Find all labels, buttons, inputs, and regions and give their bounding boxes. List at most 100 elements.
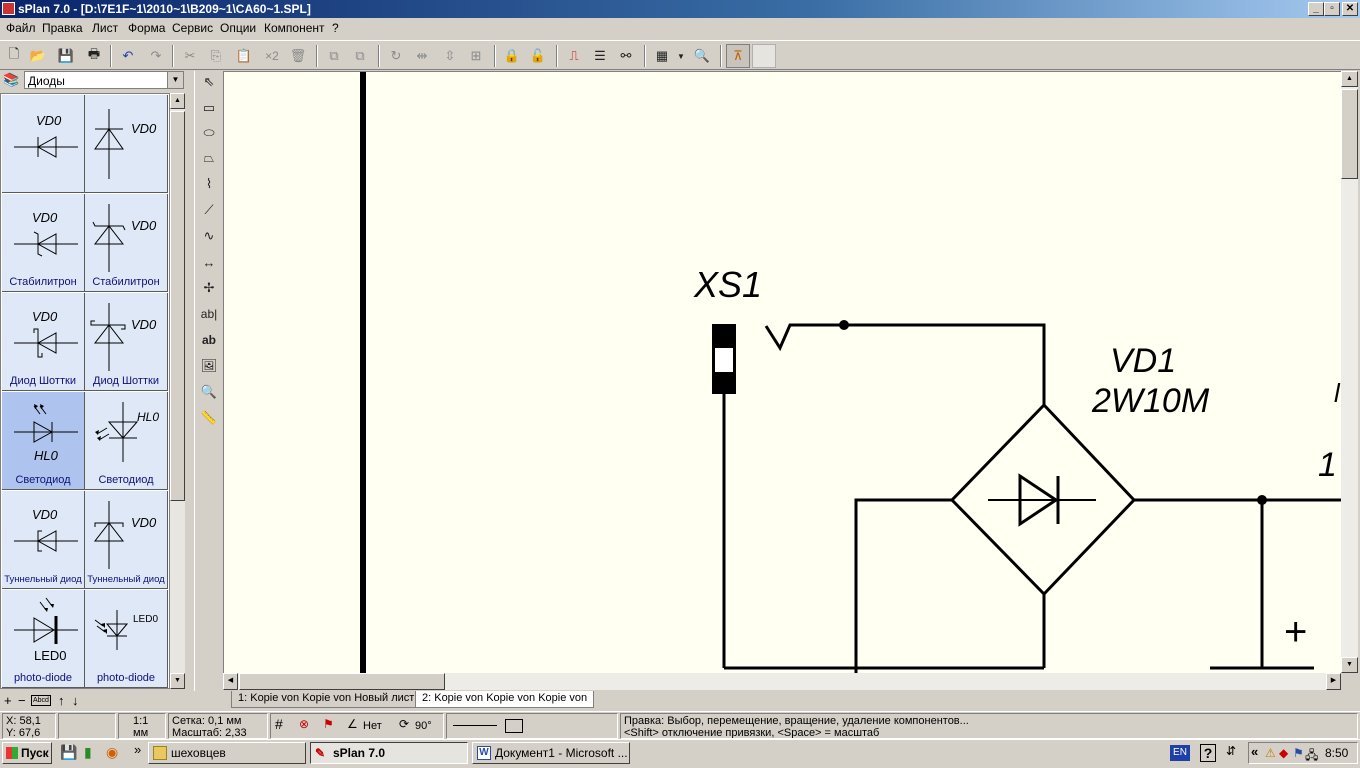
net-icon[interactable]: ⎍	[564, 46, 584, 66]
maximize-button[interactable]: ▫	[1324, 2, 1340, 16]
grid-icon[interactable]: ▦	[652, 46, 672, 66]
scroll-left-icon[interactable]: ◀	[223, 673, 238, 690]
scroll-down-icon[interactable]: ▼	[1341, 657, 1358, 673]
angle-icon[interactable]: ∠	[347, 718, 358, 730]
snap-toggle-icon[interactable]: ⊼	[726, 44, 750, 68]
pointer-icon[interactable]: ⇖	[198, 71, 220, 93]
schematic-canvas[interactable]: XS1 VD1 2W10M 1 l +	[223, 71, 1341, 673]
library-books-icon[interactable]: 📚	[3, 72, 21, 88]
line-style-panel[interactable]	[446, 713, 618, 739]
menu-component[interactable]: Компонент	[264, 21, 325, 35]
component-cell[interactable]: VD0	[85, 95, 168, 193]
minimize-button[interactable]: _	[1308, 2, 1324, 16]
tray-chevron[interactable]: «	[1251, 744, 1258, 759]
language-bar-icon[interactable]: ⇵	[1226, 744, 1236, 758]
text-frame-icon[interactable]: ab	[198, 329, 220, 351]
quicklaunch-app-icon[interactable]: ▮	[84, 744, 92, 761]
menu-file[interactable]: Файл	[6, 21, 36, 35]
component-cell[interactable]: VD0 Туннельный диод	[2, 491, 85, 589]
bezier-icon[interactable]: ∿	[198, 225, 220, 247]
component-cell[interactable]: VD0 Диод Шоттки	[2, 293, 85, 391]
language-indicator[interactable]: EN	[1170, 745, 1190, 761]
scroll-thumb[interactable]	[170, 111, 185, 501]
remove-icon[interactable]: −	[18, 693, 26, 708]
zoom-fit-icon[interactable]: 🔍	[692, 46, 712, 66]
ellipse-icon[interactable]: ⬭	[198, 122, 220, 144]
clock[interactable]: 8:50	[1325, 746, 1348, 760]
zoom-icon[interactable]: 🔍	[198, 381, 220, 403]
tab-sheet-2[interactable]: 2: Kopie von Kopie von Kopie von	[415, 691, 595, 708]
parts-list-icon[interactable]: ☰	[590, 46, 610, 66]
image-icon[interactable]: 🖼	[198, 355, 220, 377]
text-icon[interactable]: ab|	[198, 303, 220, 325]
undo-icon[interactable]: ↶	[118, 46, 138, 66]
quicklaunch-chevron[interactable]: »	[134, 742, 141, 757]
save-icon[interactable]: 💾	[56, 46, 76, 66]
cut-icon[interactable]: ✂	[180, 46, 200, 66]
tray-network-icon[interactable]: 🖧	[1305, 746, 1318, 767]
unlock-icon[interactable]: 🔓	[528, 46, 548, 66]
component-cell[interactable]: LED0 photo-diode	[85, 590, 168, 688]
add-icon[interactable]: +	[4, 693, 12, 708]
rectangle-icon[interactable]: ▭	[198, 97, 220, 119]
junction-icon[interactable]: ✢	[198, 277, 220, 299]
close-button[interactable]: ✕	[1342, 2, 1358, 16]
quicklaunch-save-icon[interactable]: 💾	[60, 744, 77, 761]
start-button[interactable]: Пуск	[2, 742, 52, 764]
tray-warning-icon[interactable]: ⚠	[1265, 746, 1276, 760]
tray-app-icon[interactable]: ◆	[1279, 746, 1288, 760]
task-folder[interactable]: шеховцев	[148, 742, 306, 764]
component-cell[interactable]: HL0 Светодиод	[85, 392, 168, 490]
dimension-icon[interactable]: ↔	[198, 251, 220, 273]
scroll-thumb[interactable]	[1341, 89, 1358, 179]
multiply-button[interactable]: ×2	[260, 46, 284, 66]
bring-front-icon[interactable]: ⧉	[324, 46, 344, 66]
canvas-horizontal-scrollbar[interactable]: ◀ ▶	[223, 673, 1341, 690]
component-cell[interactable]: VD0 Стабилитрон	[2, 194, 85, 292]
lock-icon[interactable]: 🔒	[502, 46, 522, 66]
move-up-icon[interactable]: ↑	[58, 693, 65, 708]
search-binoculars-icon[interactable]: ⚯	[616, 46, 636, 66]
flag-icon[interactable]: ⚑	[323, 718, 334, 730]
component-cell-selected[interactable]: HL0 Светодиод	[2, 392, 85, 490]
menu-edit[interactable]: Правка	[42, 21, 83, 35]
scroll-up-icon[interactable]: ▲	[170, 93, 185, 109]
polygon-icon[interactable]: ⏢	[198, 147, 220, 169]
grid-dropdown-icon[interactable]: ▼	[674, 46, 688, 66]
library-scrollbar[interactable]: ▲ ▼	[170, 93, 185, 689]
component-cell[interactable]: LED0 photo-diode	[2, 590, 85, 688]
move-down-icon[interactable]: ↓	[72, 693, 79, 708]
canvas-vertical-scrollbar[interactable]: ▲ ▼	[1341, 71, 1358, 673]
open-folder-icon[interactable]: 📂	[28, 46, 48, 66]
scroll-thumb[interactable]	[239, 673, 445, 690]
print-icon[interactable]: 🖶	[84, 46, 104, 66]
send-back-icon[interactable]: ⧉	[350, 46, 370, 66]
align-icon[interactable]: ⊞	[466, 46, 486, 66]
line-icon[interactable]: ⟋	[198, 199, 220, 221]
component-cell[interactable]: VD0 Туннельный диод	[85, 491, 168, 589]
chevron-down-icon[interactable]: ▼	[167, 72, 183, 88]
help-icon[interactable]: ?	[1200, 744, 1216, 762]
redo-icon[interactable]: ↷	[146, 46, 166, 66]
tab-sheet-1[interactable]: 1: Kopie von Kopie von Новый лист	[231, 691, 422, 708]
text-mode-icon[interactable]: Abcd	[31, 695, 51, 706]
grid-snap-icon[interactable]: #	[275, 717, 283, 731]
menu-sheet[interactable]: Лист	[92, 21, 118, 35]
component-cell[interactable]: VD0 Диод Шоттки	[85, 293, 168, 391]
component-cell[interactable]: VD0	[2, 95, 85, 193]
tray-flag-icon[interactable]: ⚑	[1293, 746, 1304, 760]
measure-icon[interactable]: 📏	[198, 407, 220, 429]
task-word[interactable]: W Документ1 - Microsoft ...	[472, 742, 630, 764]
polyline-icon[interactable]: ⌇	[198, 173, 220, 195]
menu-service[interactable]: Сервис	[172, 21, 213, 35]
mirror-v-icon[interactable]: ⇳	[440, 46, 460, 66]
firefox-icon[interactable]: ◉	[106, 744, 118, 761]
snap-off-icon[interactable]: ⊗	[299, 718, 309, 730]
menu-shape[interactable]: Форма	[128, 21, 165, 35]
new-file-icon[interactable]: 🗋	[4, 46, 24, 66]
delete-icon[interactable]: 🗑	[288, 46, 308, 66]
library-select[interactable]: Диоды ▼	[24, 71, 184, 89]
scroll-up-icon[interactable]: ▲	[1341, 71, 1358, 87]
menu-options[interactable]: Опции	[220, 21, 256, 35]
rotate-icon[interactable]: ⟳	[399, 718, 409, 730]
